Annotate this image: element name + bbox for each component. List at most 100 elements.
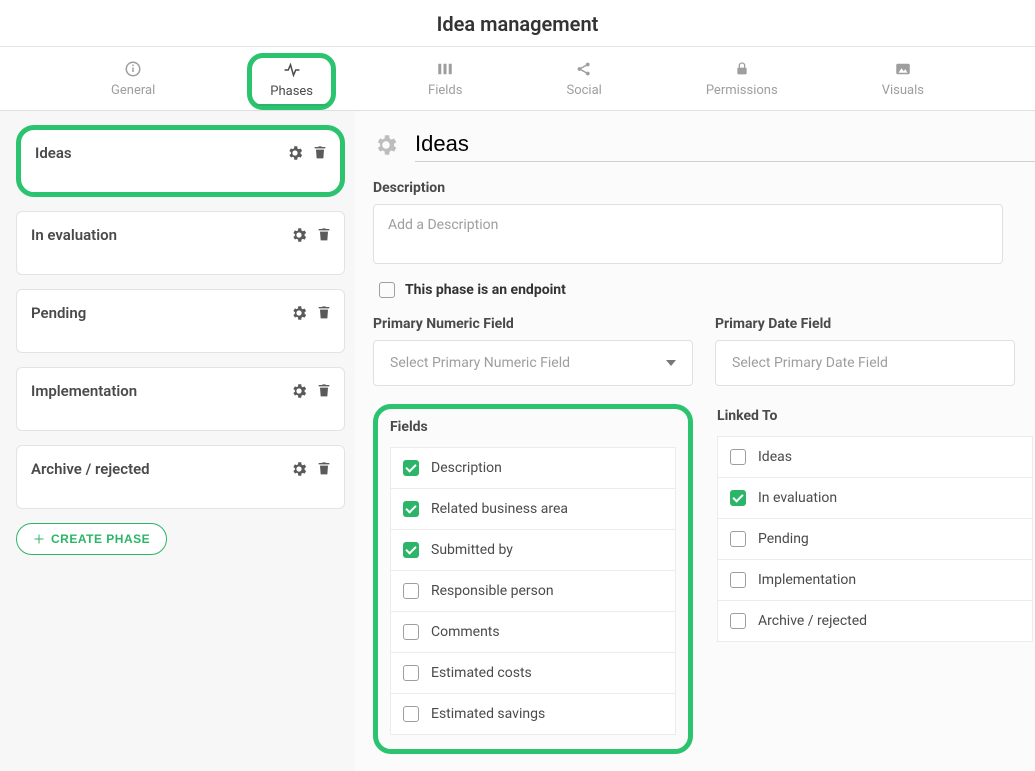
plus-icon [33, 533, 45, 545]
trash-icon[interactable] [316, 460, 332, 478]
main-panel: Description Add a Description This phase… [355, 111, 1035, 771]
page-title: Idea management [0, 0, 1035, 46]
linked-item-label: Pending [758, 531, 809, 547]
gear-icon[interactable] [290, 304, 308, 322]
field-item-label: Related business area [431, 501, 568, 517]
trash-icon[interactable] [312, 144, 328, 162]
checkbox-icon[interactable] [403, 583, 419, 599]
checkbox-icon[interactable] [403, 542, 419, 558]
field-item-row[interactable]: Submitted by [390, 530, 676, 571]
field-item-row[interactable]: Estimated savings [390, 694, 676, 735]
phase-label: In evaluation [31, 226, 117, 244]
linked-item-row[interactable]: Ideas [717, 436, 1033, 478]
image-icon [894, 59, 912, 79]
gear-icon[interactable] [290, 226, 308, 244]
gear-icon[interactable] [286, 144, 304, 162]
linked-item-label: Implementation [758, 572, 856, 588]
field-item-label: Submitted by [431, 542, 513, 558]
phase-card-archive-rejected[interactable]: Archive / rejected [16, 445, 345, 509]
trash-icon[interactable] [316, 226, 332, 244]
create-phase-label: CREATE PHASE [51, 532, 150, 546]
checkbox-icon[interactable] [730, 449, 746, 465]
tab-label: Visuals [882, 83, 924, 98]
primary-date-select[interactable]: Select Primary Date Field [715, 340, 1015, 386]
tab-permissions[interactable]: Permissions [694, 53, 790, 110]
fields-panel: Fields Description Related business area S… [373, 404, 693, 754]
lock-icon [734, 59, 750, 79]
content-area: Ideas In evaluation Pe [0, 111, 1035, 771]
linked-item-row[interactable]: Archive / rejected [717, 601, 1033, 642]
field-item-row[interactable]: Related business area [390, 489, 676, 530]
phases-sidebar: Ideas In evaluation Pe [0, 111, 355, 771]
info-icon [124, 59, 142, 79]
phase-card-implementation[interactable]: Implementation [16, 367, 345, 431]
field-item-label: Description [431, 460, 502, 476]
columns-icon [436, 59, 454, 79]
checkbox-icon[interactable] [730, 613, 746, 629]
phase-name-input[interactable] [415, 127, 1035, 162]
primary-numeric-label: Primary Numeric Field [373, 316, 693, 332]
linked-item-row[interactable]: Implementation [717, 560, 1033, 601]
field-item-label: Comments [431, 624, 500, 640]
field-item-row[interactable]: Description [390, 447, 676, 489]
checkbox-icon[interactable] [730, 490, 746, 506]
endpoint-checkbox-row[interactable]: This phase is an endpoint [379, 282, 1035, 298]
checkbox-icon[interactable] [403, 624, 419, 640]
linked-item-label: Ideas [758, 449, 792, 465]
field-item-label: Responsible person [431, 583, 554, 599]
phase-card-pending[interactable]: Pending [16, 289, 345, 353]
gear-icon[interactable] [290, 382, 308, 400]
checkbox-icon[interactable] [403, 501, 419, 517]
field-item-row[interactable]: Estimated costs [390, 653, 676, 694]
field-item-label: Estimated savings [431, 706, 545, 722]
phase-label: Archive / rejected [31, 460, 150, 478]
primary-date-label: Primary Date Field [715, 316, 1015, 332]
gear-icon [373, 132, 399, 158]
phase-card-ideas[interactable]: Ideas [16, 125, 345, 197]
linked-item-row[interactable]: Pending [717, 519, 1033, 560]
tab-label: Phases [270, 84, 313, 99]
gear-icon[interactable] [290, 460, 308, 478]
linked-item-label: Archive / rejected [758, 613, 867, 629]
field-item-row[interactable]: Comments [390, 612, 676, 653]
tab-general[interactable]: General [99, 53, 167, 110]
phase-label: Ideas [35, 144, 72, 162]
endpoint-label: This phase is an endpoint [405, 282, 566, 298]
checkbox-icon[interactable] [730, 572, 746, 588]
linked-item-label: In evaluation [758, 490, 837, 506]
create-phase-button[interactable]: CREATE PHASE [16, 523, 167, 555]
checkbox-icon[interactable] [403, 706, 419, 722]
chevron-down-icon [666, 360, 676, 366]
tab-visuals[interactable]: Visuals [870, 53, 936, 110]
phase-card-in-evaluation[interactable]: In evaluation [16, 211, 345, 275]
description-input[interactable]: Add a Description [373, 204, 1003, 264]
select-placeholder: Select Primary Numeric Field [390, 355, 570, 371]
phase-label: Pending [31, 304, 86, 322]
linked-to-panel: Linked To Ideas In evaluation Pending Imple… [715, 408, 1035, 754]
tab-label: Fields [428, 83, 462, 98]
tab-social[interactable]: Social [554, 53, 613, 110]
select-placeholder: Select Primary Date Field [732, 355, 888, 371]
checkbox-icon[interactable] [403, 665, 419, 681]
tab-label: Social [566, 83, 601, 98]
description-label: Description [373, 180, 1035, 196]
trash-icon[interactable] [316, 382, 332, 400]
field-item-label: Estimated costs [431, 665, 532, 681]
activity-icon [282, 60, 302, 80]
tab-fields[interactable]: Fields [416, 53, 474, 110]
trash-icon[interactable] [316, 304, 332, 322]
primary-numeric-select[interactable]: Select Primary Numeric Field [373, 340, 693, 386]
tab-label: General [111, 83, 155, 98]
tab-phases[interactable]: Phases [247, 53, 336, 110]
top-tabs: General Phases Fields Social Permissions… [0, 47, 1035, 111]
field-item-row[interactable]: Responsible person [390, 571, 676, 612]
fields-title: Fields [390, 419, 676, 435]
checkbox-icon[interactable] [403, 460, 419, 476]
linked-title: Linked To [717, 408, 1033, 424]
linked-item-row[interactable]: In evaluation [717, 478, 1033, 519]
tab-label: Permissions [706, 83, 778, 98]
checkbox-icon[interactable] [730, 531, 746, 547]
checkbox-icon[interactable] [379, 282, 395, 298]
share-icon [575, 59, 593, 79]
phase-label: Implementation [31, 382, 137, 400]
